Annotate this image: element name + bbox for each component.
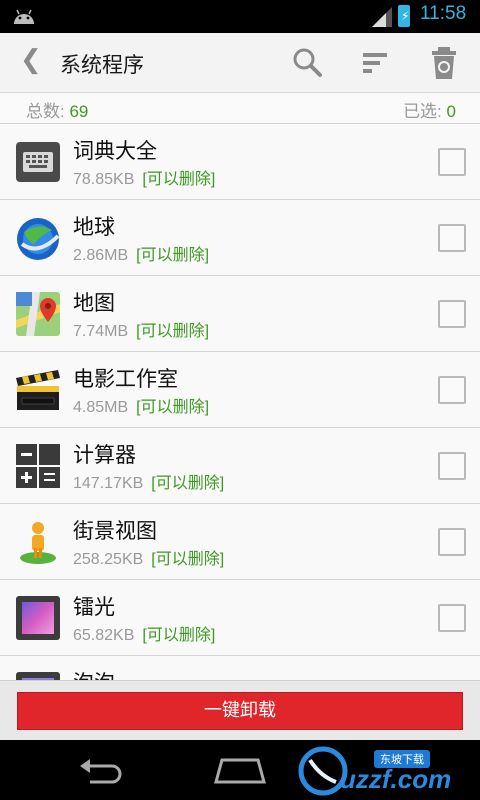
page-title: 系统程序 <box>60 53 144 77</box>
status-time: 11:58 <box>420 3 467 24</box>
app-checkbox[interactable] <box>438 224 466 252</box>
app-list: 词典大全 78.85KB [可以删除] 地球 2.86MB [可以删除] 地图 <box>0 124 480 680</box>
clapperboard-icon <box>16 370 60 410</box>
app-name: 地图 <box>73 291 115 315</box>
wallpaper-icon <box>16 672 60 680</box>
selected-value: 0 <box>446 102 456 121</box>
list-item[interactable]: 街景视图 258.25KB [可以删除] <box>0 504 480 580</box>
wallpaper-icon <box>16 596 60 640</box>
app-checkbox[interactable] <box>438 148 466 176</box>
selected-label: 已选: <box>403 102 442 121</box>
battery-charging-icon: ⚡ <box>398 5 410 27</box>
list-item[interactable]: 计算器 147.17KB [可以删除] <box>0 428 480 504</box>
app-checkbox[interactable] <box>438 528 466 556</box>
app-size: 2.86MB <box>73 247 129 264</box>
status-bar: ⚡ 11:58 <box>0 0 480 33</box>
app-name: 地球 <box>73 215 115 239</box>
one-click-uninstall-button[interactable]: 一键卸载 <box>17 692 463 730</box>
app-removable-tag: [可以删除] <box>151 475 225 492</box>
list-item[interactable]: 镭光 65.82KB [可以删除] <box>0 580 480 656</box>
nav-home-icon[interactable] <box>214 756 266 784</box>
app-meta: 2.86MB [可以删除] <box>73 241 209 265</box>
maps-icon <box>16 292 60 336</box>
app-size: 147.17KB <box>73 475 144 492</box>
app-meta: 258.25KB [可以删除] <box>73 545 224 569</box>
app-meta: 78.85KB [可以删除] <box>73 165 215 189</box>
app-meta: 147.17KB [可以删除] <box>73 469 224 493</box>
app-name: 电影工作室 <box>73 367 178 391</box>
app-name: 计算器 <box>73 443 136 467</box>
app-meta: 65.82KB [可以删除] <box>73 621 215 645</box>
google-earth-icon <box>17 218 60 260</box>
calculator-icon <box>16 444 60 488</box>
recycle-bin-icon[interactable] <box>424 43 464 83</box>
app-name: 泡泡 <box>73 667 115 680</box>
street-view-icon <box>20 522 56 564</box>
app-meta: 4.85MB [可以删除] <box>73 393 209 417</box>
app-size: 78.85KB <box>73 171 135 188</box>
app-name: 镭光 <box>73 595 115 619</box>
app-size: 4.85MB <box>73 399 129 416</box>
app-removable-tag: [可以删除] <box>151 551 225 568</box>
app-checkbox[interactable] <box>438 376 466 404</box>
android-icon <box>14 9 34 24</box>
search-icon[interactable] <box>288 43 328 83</box>
app-removable-tag: [可以删除] <box>136 323 210 340</box>
app-checkbox[interactable] <box>438 604 466 632</box>
keyboard-icon <box>16 142 60 182</box>
app-size: 7.74MB <box>73 323 129 340</box>
app-size: 65.82KB <box>73 627 135 644</box>
app-checkbox[interactable] <box>438 452 466 480</box>
bottom-bar: 一键卸载 <box>0 680 480 740</box>
app-removable-tag: [可以删除] <box>142 171 216 188</box>
app-name: 词典大全 <box>73 139 157 163</box>
sort-icon[interactable] <box>356 43 396 83</box>
app-removable-tag: [可以删除] <box>142 627 216 644</box>
app-size: 258.25KB <box>73 551 144 568</box>
total-value: 69 <box>69 102 89 121</box>
list-item[interactable]: 泡泡 <box>0 656 480 680</box>
action-bar: ❮ 系统程序 <box>0 33 480 93</box>
app-name: 街景视图 <box>73 519 157 543</box>
count-bar: 总数: 69 已选: 0 <box>0 93 480 124</box>
app-meta: 7.74MB [可以删除] <box>73 317 209 341</box>
watermark-text: uzzf.com <box>340 764 452 794</box>
selected-count: 已选: 0 <box>403 97 456 122</box>
total-count: 总数: 69 <box>26 97 88 122</box>
nav-back-icon[interactable] <box>76 756 124 784</box>
list-item[interactable]: 地图 7.74MB [可以删除] <box>0 276 480 352</box>
total-label: 总数: <box>26 102 65 121</box>
navigation-bar: 东坡下载 uzzf.com <box>0 740 480 800</box>
list-item[interactable]: 地球 2.86MB [可以删除] <box>0 200 480 276</box>
signal-icon <box>372 7 392 27</box>
list-item[interactable]: 词典大全 78.85KB [可以删除] <box>0 124 480 200</box>
watermark: 东坡下载 uzzf.com <box>294 742 480 800</box>
list-item[interactable]: 电影工作室 4.85MB [可以删除] <box>0 352 480 428</box>
app-removable-tag: [可以删除] <box>136 247 210 264</box>
app-checkbox[interactable] <box>438 300 466 328</box>
app-removable-tag: [可以删除] <box>136 399 210 416</box>
back-chevron-icon[interactable]: ❮ <box>20 45 42 75</box>
